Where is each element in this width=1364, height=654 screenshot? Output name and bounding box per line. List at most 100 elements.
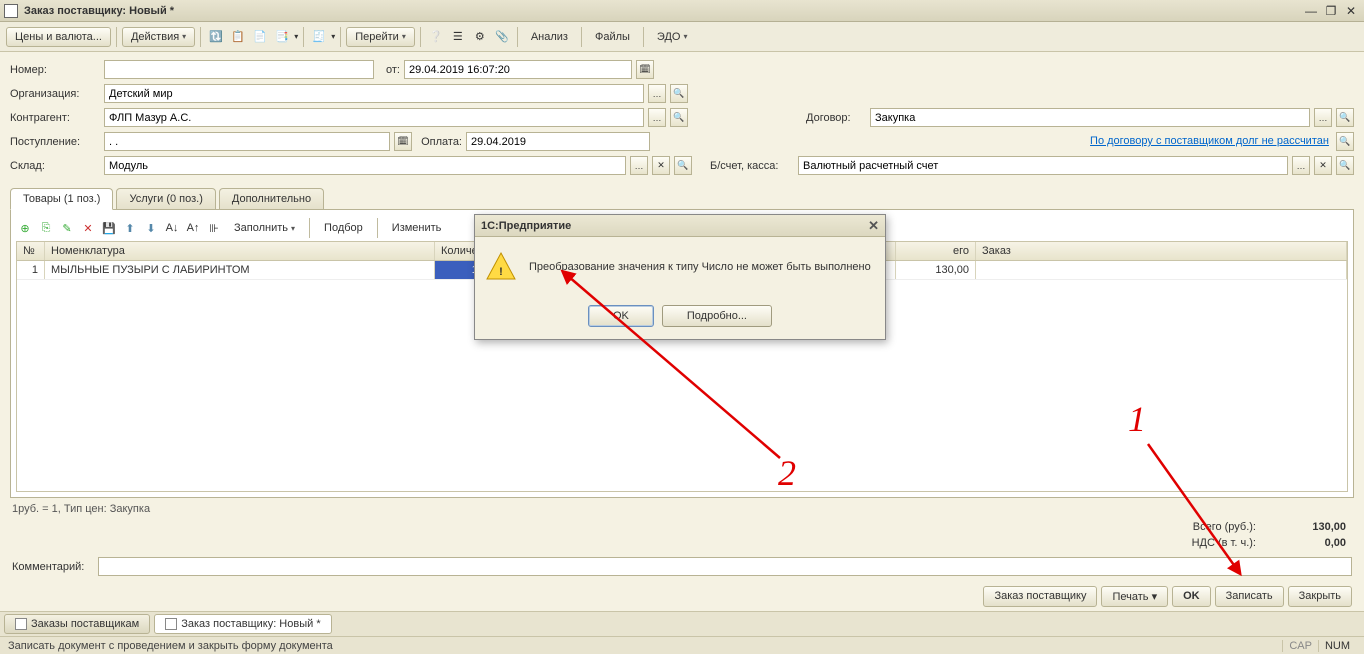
save-icon[interactable]: 💾 (100, 219, 118, 237)
delete-icon[interactable]: ✕ (79, 219, 97, 237)
select-button[interactable]: … (1292, 156, 1310, 175)
separator (377, 218, 378, 238)
wintab-list[interactable]: Заказы поставщикам (4, 614, 150, 634)
dialog-ok-button[interactable]: OK (588, 305, 654, 327)
move-up-icon[interactable]: ⬆ (121, 219, 139, 237)
col-number[interactable]: № (17, 242, 45, 260)
col-nomenclature[interactable]: Номенклатура (45, 242, 435, 260)
clear-button[interactable]: ✕ (1314, 156, 1332, 175)
move-down-icon[interactable]: ⬇ (142, 219, 160, 237)
lookup-button[interactable]: 🔍 (670, 108, 688, 127)
dialog-details-button[interactable]: Подробно... (662, 305, 772, 327)
close-window-button[interactable]: ✕ (1342, 3, 1360, 19)
window-tabs: Заказы поставщикам Заказ поставщику: Нов… (0, 611, 1364, 636)
tab-goods[interactable]: Товары (1 поз.) (10, 188, 113, 210)
label: Заполнить (234, 222, 288, 234)
label: Печать (1112, 591, 1148, 603)
settings-icon[interactable]: ⚙ (470, 27, 490, 47)
add-icon[interactable]: ⊕ (16, 219, 34, 237)
chevron-down-icon: ▾ (1152, 591, 1158, 603)
basedon-icon[interactable]: 📑 (272, 27, 292, 47)
label: Заказы поставщикам (31, 618, 139, 630)
lookup-button[interactable]: 🔍 (1336, 108, 1354, 127)
select-button[interactable]: Подбор (316, 219, 371, 237)
copy-icon[interactable]: ⎘ (37, 219, 55, 237)
print-button[interactable]: Печать ▾ (1101, 586, 1168, 607)
save-button[interactable]: Записать (1215, 586, 1284, 607)
change-button[interactable]: Изменить (384, 219, 450, 237)
unpost-icon[interactable]: 📄 (250, 27, 270, 47)
chevron-down-icon: ▾ (402, 32, 406, 41)
comment-label: Комментарий: (12, 561, 92, 573)
separator (517, 27, 518, 47)
prices-currency-button[interactable]: Цены и валюта... (6, 27, 111, 47)
receipt-input[interactable] (104, 132, 390, 151)
number-input[interactable] (104, 60, 374, 79)
separator (200, 27, 201, 47)
document-icon (165, 618, 177, 630)
ok-button[interactable]: OK (1172, 586, 1211, 607)
vat-label: НДС (в т. ч.): (1192, 537, 1256, 549)
calendar-button[interactable]: 🗓 (636, 60, 654, 79)
tab-services[interactable]: Услуги (0 поз.) (116, 188, 215, 210)
sort-desc-icon[interactable]: A↑ (184, 219, 202, 237)
lookup-button[interactable]: 🔍 (674, 156, 692, 175)
close-icon[interactable]: ✕ (868, 218, 879, 234)
edo-button[interactable]: ЭДО▾ (649, 28, 696, 46)
edit-icon[interactable]: ✎ (58, 219, 76, 237)
select-button[interactable]: … (630, 156, 648, 175)
org-input[interactable] (104, 84, 644, 103)
restore-button[interactable]: ❐ (1322, 3, 1340, 19)
separator (643, 27, 644, 47)
supplier-order-button[interactable]: Заказ поставщику (983, 586, 1097, 607)
counterparty-label: Контрагент: (10, 112, 100, 124)
files-button[interactable]: Файлы (587, 28, 638, 46)
select-button[interactable]: … (1314, 108, 1332, 127)
clear-button[interactable]: ✕ (652, 156, 670, 175)
label: ЭДО (657, 31, 681, 43)
goto-button[interactable]: Перейти▾ (346, 27, 415, 47)
bank-input[interactable] (798, 156, 1288, 175)
contract-input[interactable] (870, 108, 1310, 127)
calendar-button[interactable]: 🗓 (394, 132, 412, 151)
barcode-icon[interactable]: ⊪ (205, 219, 223, 237)
tab-additional[interactable]: Дополнительно (219, 188, 324, 210)
date-input[interactable] (404, 60, 632, 79)
chevron-down-icon: ▾ (291, 224, 295, 233)
chevron-down-icon[interactable]: ▾ (294, 32, 298, 41)
attach-icon[interactable]: 📎 (492, 27, 512, 47)
lookup-button[interactable]: 🔍 (1336, 156, 1354, 175)
col-order[interactable]: Заказ (976, 242, 1347, 260)
select-button[interactable]: … (648, 108, 666, 127)
payment-input[interactable] (466, 132, 650, 151)
separator (581, 27, 582, 47)
chevron-down-icon[interactable]: ▾ (331, 32, 335, 41)
number-label: Номер: (10, 64, 100, 76)
counterparty-input[interactable] (104, 108, 644, 127)
lookup-button[interactable]: 🔍 (1336, 132, 1354, 151)
comment-input[interactable] (98, 557, 1352, 576)
post-icon[interactable]: 📋 (228, 27, 248, 47)
debt-link[interactable]: По договору с поставщиком долг не рассчи… (1090, 135, 1329, 147)
help-icon[interactable]: ❔ (426, 27, 446, 47)
close-button[interactable]: Закрыть (1288, 586, 1352, 607)
label: Цены и валюта... (15, 31, 102, 43)
bank-label: Б/счет, касса: (710, 160, 794, 172)
lookup-button[interactable]: 🔍 (670, 84, 688, 103)
fill-button[interactable]: Заполнить▾ (226, 219, 303, 237)
wintab-doc[interactable]: Заказ поставщику: Новый * (154, 614, 331, 634)
dialog-titlebar: 1С:Предприятие ✕ (475, 215, 885, 237)
sort-asc-icon[interactable]: A↓ (163, 219, 181, 237)
select-button[interactable]: … (648, 84, 666, 103)
minimize-button[interactable]: — (1302, 3, 1320, 19)
payment-label: Оплата: (416, 136, 462, 148)
analysis-button[interactable]: Анализ (523, 28, 576, 46)
structure-icon[interactable]: 🧾 (309, 27, 329, 47)
list-icon[interactable]: ☰ (448, 27, 468, 47)
actions-button[interactable]: Действия▾ (122, 27, 195, 47)
separator (303, 27, 304, 47)
col-sum[interactable]: его (896, 242, 976, 260)
warehouse-input[interactable] (104, 156, 626, 175)
refresh-icon[interactable]: 🔃 (206, 27, 226, 47)
separator (116, 27, 117, 47)
